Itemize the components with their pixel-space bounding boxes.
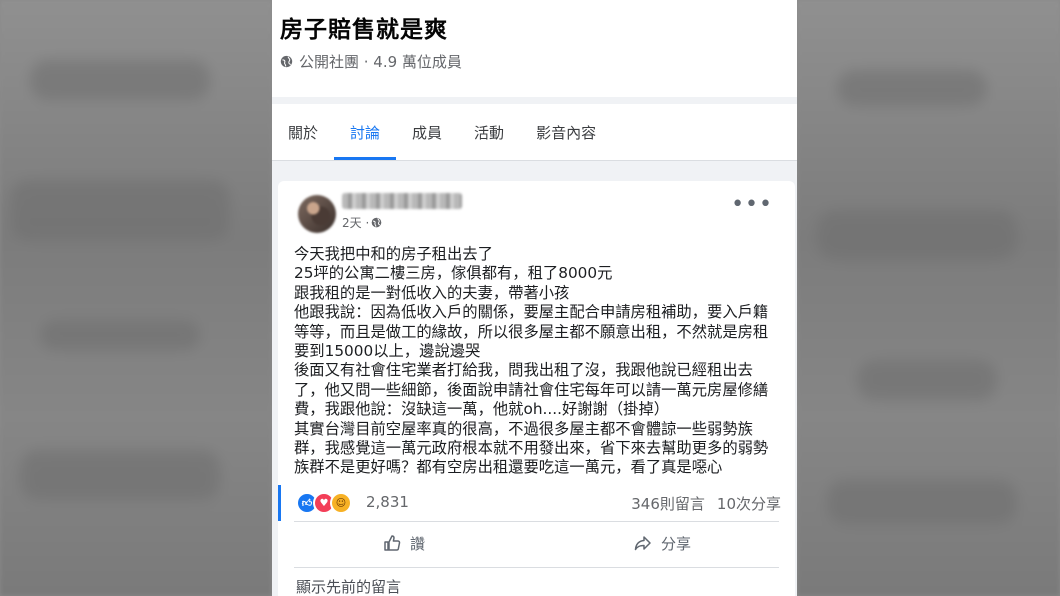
group-header: 房子賠售就是爽 公開社團 · 4.9 萬位成員: [272, 0, 797, 97]
post-body: 今天我把中和的房子租出去了 25坪的公寓二樓三房，傢俱都有，租了8000元 跟我…: [294, 245, 786, 478]
post-line: 他跟我說：因為低收入戶的關係，要屋主配合申請房租補助，要入戶籍: [294, 303, 769, 322]
facebook-group-page: 房子賠售就是爽 公開社團 · 4.9 萬位成員 關於 討論 成員 活動 影音內容…: [272, 0, 797, 596]
tab-about[interactable]: 關於: [272, 104, 334, 160]
post-meta: 2天 ·: [342, 214, 382, 231]
tab-members[interactable]: 成員: [396, 104, 458, 160]
reactions-row: 👍︎ ♥ ☺ 2,831 346則留言 10次分享: [278, 485, 795, 521]
avatar[interactable]: [298, 195, 336, 233]
share-label: 分享: [660, 534, 691, 553]
post-line: 後面又有社會住宅業者打給我，問我出租了沒，我跟他說已經租出去: [294, 361, 753, 380]
thumbs-up-icon: [384, 535, 401, 551]
group-meta: 公開社團 · 4.9 萬位成員: [280, 51, 462, 72]
post-line: 等等，而且是做工的緣故，所以很多屋主都不願意出租，不然就是房租: [294, 322, 769, 341]
reaction-count[interactable]: 2,831: [366, 493, 409, 511]
post-line: 其實台灣目前空屋率真的很高，不過很多屋主都不會體諒一些弱勢族: [294, 419, 753, 438]
share-arrow-icon: [634, 536, 651, 551]
group-meta-text: 公開社團 · 4.9 萬位成員: [299, 53, 462, 71]
author-name-blurred[interactable]: [342, 193, 462, 209]
post-line: 跟我租的是一對低收入的夫妻，帶著小孩: [294, 283, 570, 302]
tab-label: 成員: [412, 123, 443, 142]
share-count[interactable]: 10次分享: [717, 493, 781, 514]
reaction-icons[interactable]: 👍︎ ♥ ☺: [296, 492, 352, 514]
comment-count[interactable]: 346則留言: [631, 493, 705, 514]
highlight-bar: [278, 485, 281, 521]
globe-icon: [280, 55, 293, 68]
show-previous-comments-link[interactable]: 顯示先前的留言: [296, 576, 401, 596]
tab-label: 影音內容: [536, 123, 597, 142]
tab-events[interactable]: 活動: [458, 104, 520, 160]
post-line: 群，我感覺這一萬元政府根本就不用發出來，省下來去幫助更多的弱勢: [294, 439, 769, 458]
post-line: 費，我跟他說：沒缺這一萬，他就oh....好謝謝（掛掉）: [294, 400, 670, 419]
post-actions: 讚 分享: [278, 529, 795, 557]
post-line: 今天我把中和的房子租出去了: [294, 245, 493, 263]
share-button[interactable]: 分享: [613, 529, 711, 557]
post-timestamp[interactable]: 2天 ·: [342, 214, 369, 231]
divider: [294, 521, 779, 522]
tab-label: 關於: [288, 123, 319, 142]
blurred-background-left: [0, 0, 272, 596]
post-line: 了，他又問一些細節，後面說申請社會住宅每年可以請一萬元房屋修繕: [294, 380, 769, 399]
like-button[interactable]: 讚: [362, 529, 445, 557]
tab-label: 討論: [350, 123, 381, 142]
tab-media[interactable]: 影音內容: [520, 104, 612, 160]
comment-share-stats: 346則留言 10次分享: [631, 493, 781, 514]
group-title[interactable]: 房子賠售就是爽: [280, 10, 448, 44]
divider: [294, 567, 779, 568]
post-line: 族群不是更好嗎？都有空房出租還要吃這一萬元，看了真是噁心: [294, 458, 723, 477]
tab-discussion[interactable]: 討論: [334, 104, 397, 160]
like-label: 讚: [409, 534, 425, 553]
post-line: 25坪的公寓二樓三房，傢俱都有，租了8000元: [294, 264, 613, 283]
more-dots-icon[interactable]: •••: [731, 194, 773, 216]
post-line: 要到15000以上，邊說邊哭: [294, 342, 481, 361]
haha-reaction-icon: ☺: [330, 492, 352, 514]
group-tabs: 關於 討論 成員 活動 影音內容: [272, 104, 797, 161]
globe-icon: [371, 217, 382, 228]
tab-label: 活動: [474, 123, 505, 142]
post-card: 2天 · ••• 今天我把中和的房子租出去了 25坪的公寓二樓三房，傢俱都有，租…: [278, 181, 795, 596]
blurred-background-right: [797, 0, 1060, 596]
